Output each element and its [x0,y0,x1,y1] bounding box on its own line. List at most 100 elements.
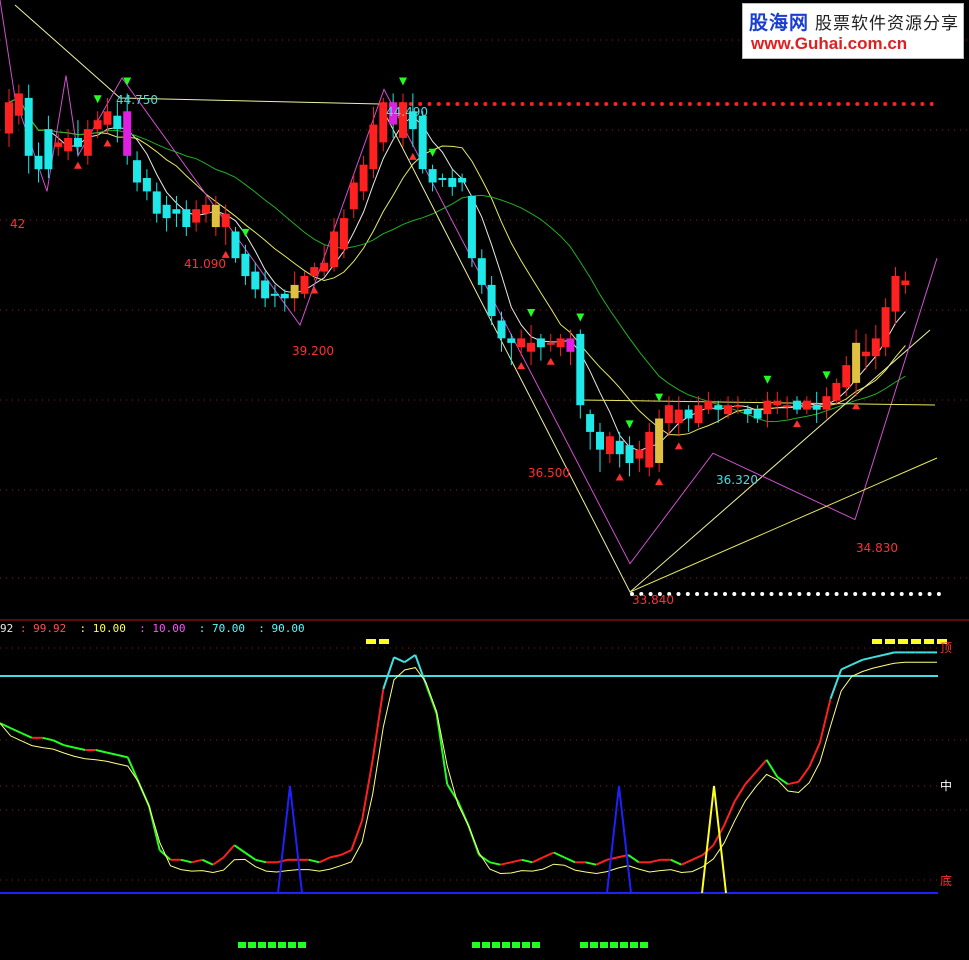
sell-arrow-icon [93,95,102,104]
support-dot [936,592,941,596]
watermark-tagline: 股票软件资源分享 [815,14,960,34]
indicator-line-segment [63,744,75,749]
candle-body [221,213,230,228]
indicator-line-segment [862,656,874,661]
stock-chart: 42 44.750 41.090 39.200 44.490 36.500 33.840 36… [0,0,969,948]
price-label: 36.500 [528,466,570,480]
support-dot [685,592,690,596]
candle-body [605,436,614,455]
candle-body [655,418,664,463]
resistance-dot [632,102,637,106]
ma20-line [8,97,906,423]
bottom-signal-bar [620,942,628,948]
candle-body [694,405,703,423]
candle-body [487,284,496,317]
indicator-header: 92 : 99.92 : 10.00 : 10.00 : 70.00 : 90.… [0,622,305,635]
resistance-dot [511,102,516,106]
candle-body [458,178,467,183]
indicator-line-segment [212,856,225,866]
indicator-line-segment [691,854,704,861]
resistance-dot [567,102,571,106]
signal-line [0,661,937,875]
candle-body [822,396,831,410]
candle-body [320,262,329,272]
indicator-line-segment [10,727,22,734]
bottom-signal-bar [522,942,530,948]
resistance-dot [734,102,739,106]
support-dot [750,592,755,596]
indicator-line-segment [755,759,768,773]
price-label: 44.490 [386,105,428,119]
candle-body [871,338,880,357]
buy-arrow-icon [615,473,624,481]
resistance-dot [455,102,460,106]
indicator-line-segment [818,698,832,743]
candle-body [842,365,851,388]
bottom-signal-bar [610,942,618,948]
resistance-dot [594,102,599,106]
indicator-line-segment [180,858,192,864]
resistance-dot [790,102,795,106]
watermark-brand: 股海网 [749,12,810,34]
candle-body [300,276,309,294]
resistance-dot [855,102,860,106]
buy-arrow-icon [517,362,526,370]
resistance-dot [613,102,618,106]
buy-arrow-icon [73,161,82,169]
candle-body [891,276,900,312]
indicator-line-segment [74,746,86,751]
candle-body [280,293,289,299]
indicator-line-segment [382,656,395,690]
indicator-line-segment [116,753,129,759]
bottom-signal-bar [600,942,608,948]
bottom-signal-bar [580,942,588,948]
bottom-signal-bar [532,942,540,948]
support-dot [788,592,793,596]
support-dot [704,592,709,596]
candle-body [241,253,250,277]
top-signal-bar [911,639,921,644]
candle-body [54,142,63,147]
resistance-dot [743,102,748,106]
candle-body [113,115,122,130]
indicator-line-segment [308,858,320,864]
top-signal-bar [872,639,882,644]
resistance-dot [678,102,683,106]
candle-body [182,209,191,227]
support-dot [806,592,811,596]
sell-arrow-icon [241,228,250,237]
candle-body [261,280,270,299]
candle-body [44,129,53,170]
indicator-line-segment [222,844,236,859]
resistance-dot [697,102,702,106]
support-dot [825,592,830,596]
resistance-dot [892,102,897,106]
bottom-signal-bar [472,942,480,948]
indicator-line-segment [649,858,661,864]
indicator-line-segment [744,771,757,785]
candle-body [418,115,427,170]
watermark-logo: 股海网 股票软件资源分享 www.Guhai.com.cn [742,3,964,59]
candle-body [211,204,220,228]
price-label: 44.750 [116,93,158,107]
candle-body [14,93,23,116]
support-dot [890,592,895,596]
candle-body [192,209,201,223]
candle-body [793,400,801,410]
top-signal-bar [379,639,389,644]
indicator-line-segment [829,669,843,700]
indicator-line-segment [765,759,779,778]
resistance-dot [901,102,906,106]
resistance-dot [576,102,581,106]
candle-body [556,338,565,348]
price-label: 41.090 [184,257,226,271]
candle-body [428,169,437,183]
candle-body [635,449,644,459]
candle-body [852,342,861,383]
resistance-dot [474,102,478,106]
candle-body [704,400,713,410]
resistance-dot [446,102,451,106]
buy-arrow-icon [674,442,683,450]
resistance-dot [427,102,432,106]
buy-arrow-icon [852,402,861,410]
